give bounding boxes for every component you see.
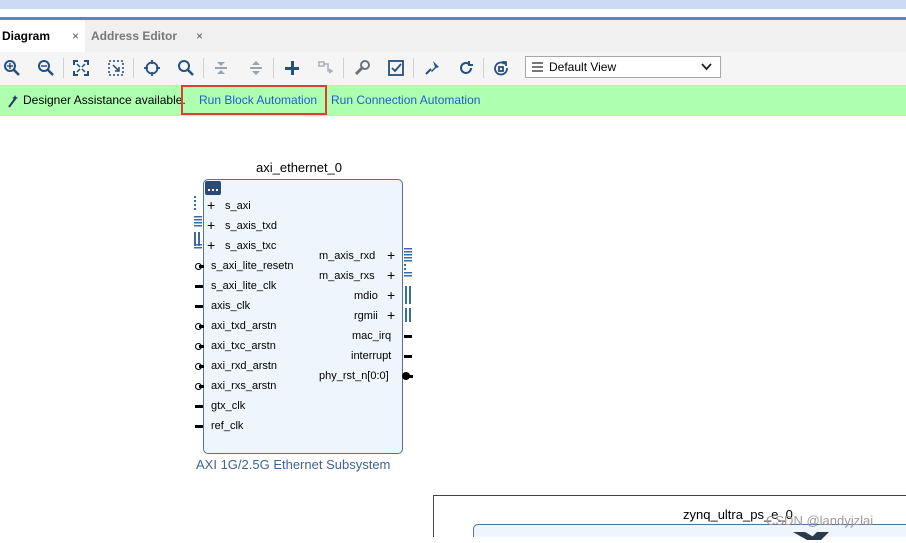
port-s-axi-lite-resetn: s_axi_lite_resetn [211, 260, 294, 272]
port-pin [195, 305, 203, 308]
wrench-icon[interactable] [351, 56, 373, 80]
toolbar-separator [483, 58, 484, 78]
close-icon[interactable]: × [196, 29, 203, 43]
view-select[interactable]: Default View [525, 56, 721, 78]
zynq-logo-icon [793, 529, 831, 543]
crosshair-icon[interactable] [141, 56, 163, 80]
port-pin [199, 325, 204, 328]
tab-diagram[interactable]: Diagram × [0, 20, 85, 52]
port-axis-clk: axis_clk [211, 300, 251, 312]
port-pin [199, 265, 204, 268]
port-pin [195, 405, 203, 408]
route-icon[interactable] [315, 56, 337, 80]
bus-connector-icon [193, 196, 203, 259]
port-s-axis-txd: s_axis_txd [225, 220, 277, 232]
port-s-axi: s_axi [225, 200, 251, 212]
bus-connector-icon [402, 246, 414, 327]
wand-icon [7, 94, 19, 111]
port-pin [404, 355, 412, 358]
chevron-down-icon [701, 60, 712, 74]
port-expand-icon[interactable]: + [207, 198, 215, 212]
port-pin [195, 425, 203, 428]
collapse-icon[interactable] [210, 56, 232, 80]
port-expand-icon[interactable]: + [387, 308, 395, 322]
port-pin [199, 345, 204, 348]
port-expand-icon[interactable]: + [207, 218, 215, 232]
port-ref-clk: ref_clk [211, 420, 244, 432]
pin-icon[interactable] [421, 56, 443, 80]
block-name: axi_ethernet_0 [256, 160, 343, 175]
port-mac-irq: mac_irq [352, 330, 392, 342]
add-icon[interactable] [281, 56, 303, 80]
port-interrupt: interrupt [351, 350, 392, 362]
expand-icon[interactable] [245, 56, 267, 80]
list-icon [532, 62, 543, 72]
toolbar-separator [63, 58, 64, 78]
zoom-in-icon[interactable] [1, 56, 23, 80]
port-gtx-clk: gtx_clk [211, 400, 246, 412]
toolbar-separator [273, 58, 274, 78]
toolbar-separator [133, 58, 134, 78]
toolbar-separator [413, 58, 414, 78]
port-axi-rxs-arstn: axi_rxs_arstn [211, 380, 277, 392]
regenerate-icon[interactable] [490, 56, 512, 80]
toolbar-separator [343, 58, 344, 78]
search-icon[interactable] [175, 56, 197, 80]
validate-icon[interactable] [385, 56, 407, 80]
watermark: CSDN @landyjzlai [766, 513, 874, 528]
port-expand-icon[interactable]: + [387, 248, 395, 262]
port-expand-icon[interactable]: + [387, 268, 395, 282]
port-pin [195, 285, 203, 288]
port-mdio: mdio [354, 290, 378, 302]
port-m-axis-rxs: m_axis_rxs [319, 270, 375, 282]
zoom-out-icon[interactable] [35, 56, 57, 80]
refresh-icon[interactable] [455, 56, 477, 80]
block-logo-icon [205, 181, 221, 195]
port-axi-txd-arstn: axi_txd_arstn [211, 320, 277, 332]
port-expand-icon[interactable]: + [207, 238, 215, 252]
port-pin [199, 365, 204, 368]
fit-icon[interactable] [70, 56, 92, 80]
zoom-selection-icon[interactable] [105, 56, 127, 80]
block-subtitle: AXI 1G/2.5G Ethernet Subsystem [196, 457, 391, 472]
port-rgmii: rgmii [354, 310, 378, 322]
close-icon[interactable]: × [72, 29, 79, 43]
port-pin [199, 385, 204, 388]
port-m-axis-rxd: m_axis_rxd [319, 250, 376, 262]
tab-address-editor[interactable]: Address Editor × [89, 20, 209, 52]
port-pin [404, 335, 412, 338]
banner-text: Designer Assistance available. [23, 93, 186, 107]
port-phy-rst-n: phy_rst_n[0:0] [319, 370, 389, 382]
toolbar-separator [203, 58, 204, 78]
port-s-axi-lite-clk: s_axi_lite_clk [211, 280, 277, 292]
port-axi-txc-arstn: axi_txc_arstn [211, 340, 276, 352]
top-bar [0, 0, 906, 9]
port-pin [405, 375, 413, 378]
port-axi-rxd-arstn: axi_rxd_arstn [211, 360, 278, 372]
port-s-axis-txc: s_axis_txc [225, 240, 277, 252]
toolbar [0, 52, 906, 85]
run-connection-automation-link[interactable]: Run Connection Automation [331, 93, 480, 107]
highlight-box [181, 85, 327, 115]
port-expand-icon[interactable]: + [387, 288, 395, 302]
